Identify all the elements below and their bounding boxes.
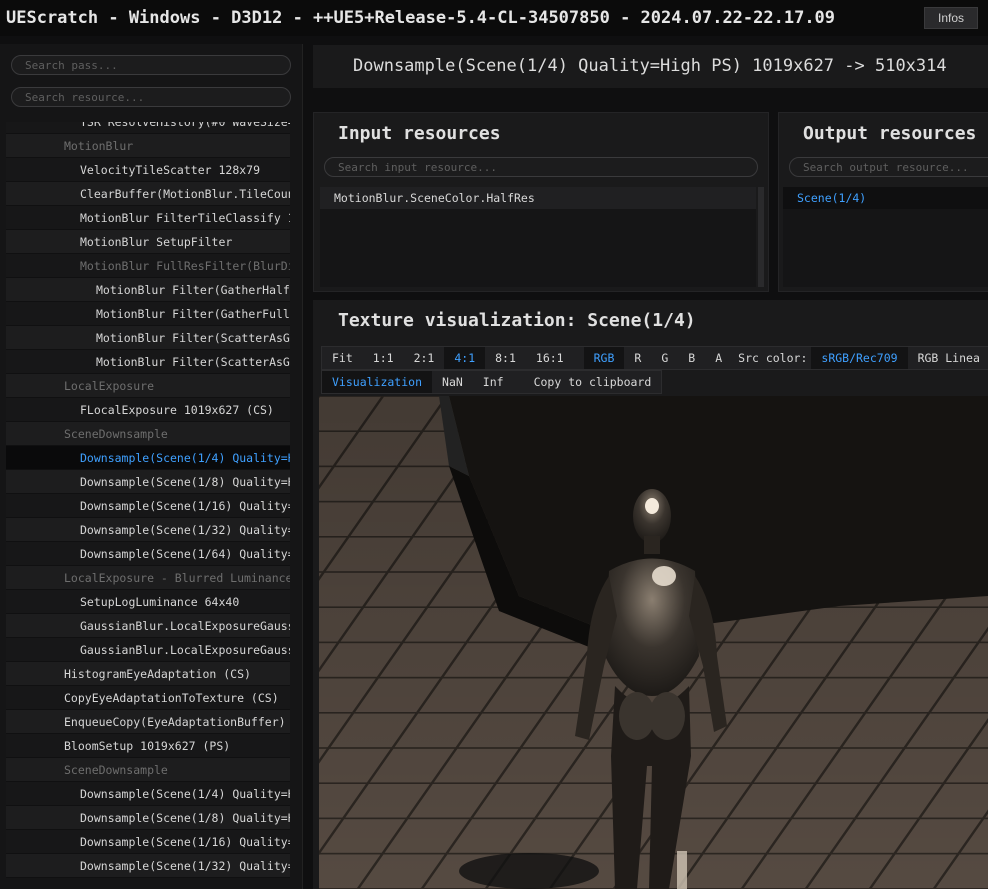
pass-item[interactable]: FLocalExposure 1019x627 (CS) xyxy=(6,398,290,422)
channel-r-button[interactable]: R xyxy=(624,347,651,369)
pass-item[interactable]: Downsample(Scene(1/8) Quality=Hi xyxy=(6,806,290,830)
pass-item[interactable]: MotionBlur FilterTileClassify 12 xyxy=(6,206,290,230)
pass-item[interactable]: Downsample(Scene(1/16) Quality=H xyxy=(6,494,290,518)
channel-rgb-button[interactable]: RGB xyxy=(583,347,625,369)
viz-mode-toolbar: Visualization NaN Inf Copy to clipboard xyxy=(321,370,663,394)
search-input-resource[interactable]: Search input resource... xyxy=(324,157,758,177)
infos-button[interactable]: Infos xyxy=(924,7,978,29)
zoom-16-1-button[interactable]: 16:1 xyxy=(526,347,574,369)
pass-item[interactable]: BloomSetup 1019x627 (PS) xyxy=(6,734,290,758)
pass-item[interactable]: GaussianBlur.LocalExposureGaussi xyxy=(6,614,290,638)
pass-group-item[interactable]: MotionBlur xyxy=(6,134,290,158)
pass-item[interactable]: GaussianBlur.LocalExposureGaussi xyxy=(6,638,290,662)
pass-header-title: Downsample(Scene(1/4) Quality=High PS) 1… xyxy=(353,56,947,76)
toolbar-separator xyxy=(574,347,584,369)
pass-header-panel: Downsample(Scene(1/4) Quality=High PS) 1… xyxy=(313,45,988,88)
pass-item[interactable]: Downsample(Scene(1/64) Quality=H xyxy=(6,542,290,566)
pass-item[interactable]: TSR ResolveHistory(#0 WaveSize=3 xyxy=(6,122,290,134)
zoom-4-1-button[interactable]: 4:1 xyxy=(444,347,486,369)
src-color-linear-button[interactable]: RGB Linea xyxy=(908,347,988,369)
pass-group-item[interactable]: LocalExposure - Blurred Luminance xyxy=(6,566,290,590)
pass-sidebar: Search pass... Search resource... TSR Re… xyxy=(0,44,303,889)
channel-g-button[interactable]: G xyxy=(651,347,678,369)
title-bar: UEScratch - Windows - D3D12 - ++UE5+Rele… xyxy=(0,0,988,36)
pass-item[interactable]: EnqueueCopy(EyeAdaptationBuffer) xyxy=(6,710,290,734)
pass-group-item[interactable]: LocalExposure xyxy=(6,374,290,398)
pass-item[interactable]: MotionBlur Filter(ScatterAsGat xyxy=(6,326,290,350)
pass-item[interactable]: MotionBlur Filter(GatherHalfRe xyxy=(6,278,290,302)
src-color-label: Src color: xyxy=(738,351,808,365)
pass-item[interactable]: MotionBlur SetupFilter xyxy=(6,230,290,254)
pass-list: TSR ResolveHistory(#0 WaveSize=3 MotionBl… xyxy=(6,122,290,889)
pass-item[interactable]: Downsample(Scene(1/32) Quality=H xyxy=(6,518,290,542)
toolbar-separator xyxy=(514,371,524,393)
search-output-resource[interactable]: Search output resource... xyxy=(789,157,988,177)
pass-item[interactable]: Downsample(Scene(1/4) Quality=Hi xyxy=(6,446,290,470)
pass-group-item[interactable]: SceneDownsample xyxy=(6,422,290,446)
input-resource-list: MotionBlur.SceneColor.HalfRes xyxy=(320,187,756,287)
scene-render-image xyxy=(319,396,988,889)
mode-visualization-button[interactable]: Visualization xyxy=(322,371,433,393)
output-resource-list: Scene(1/4) xyxy=(783,187,988,287)
copy-to-clipboard-button[interactable]: Copy to clipboard xyxy=(524,371,662,393)
pass-item[interactable]: MotionBlur Filter(ScatterAsGat xyxy=(6,350,290,374)
mode-nan-button[interactable]: NaN xyxy=(432,371,473,393)
output-resources-panel: Output resources Search output resource.… xyxy=(778,112,988,292)
pass-item[interactable]: SetupLogLuminance 64x40 xyxy=(6,590,290,614)
pass-item[interactable]: ClearBuffer(MotionBlur.TileCount xyxy=(6,182,290,206)
output-resource-item[interactable]: Scene(1/4) xyxy=(783,187,988,209)
channel-b-button[interactable]: B xyxy=(678,347,705,369)
pass-item[interactable]: Downsample(Scene(1/16) Quality=H xyxy=(6,830,290,854)
texture-visualization-title: Texture visualization: Scene(1/4) xyxy=(338,310,696,331)
input-resources-panel: Input resources Search input resource...… xyxy=(313,112,769,292)
pass-item[interactable]: MotionBlur Filter(GatherFullRe xyxy=(6,302,290,326)
search-resource-input[interactable]: Search resource... xyxy=(11,87,291,107)
search-pass-input[interactable]: Search pass... xyxy=(11,55,291,75)
zoom-8-1-button[interactable]: 8:1 xyxy=(485,347,526,369)
pass-item[interactable]: VelocityTileScatter 128x79 xyxy=(6,158,290,182)
pass-group-item[interactable]: MotionBlur FullResFilter(BlurDir xyxy=(6,254,290,278)
input-resource-item[interactable]: MotionBlur.SceneColor.HalfRes xyxy=(320,187,756,209)
pass-item[interactable]: Downsample(Scene(1/32) Quality=H xyxy=(6,854,290,878)
channel-a-button[interactable]: A xyxy=(705,347,732,369)
input-resources-title: Input resources xyxy=(338,123,501,144)
pass-item[interactable]: HistogramEyeAdaptation (CS) xyxy=(6,662,290,686)
mode-inf-button[interactable]: Inf xyxy=(473,371,514,393)
output-resources-title: Output resources xyxy=(803,123,977,144)
zoom-2-1-button[interactable]: 2:1 xyxy=(404,347,445,369)
viz-toolbar: Fit 1:1 2:1 4:1 8:1 16:1 RGB R G B A Src… xyxy=(321,346,988,370)
zoom-fit-button[interactable]: Fit xyxy=(322,347,363,369)
pass-group-item[interactable]: SceneDownsample xyxy=(6,758,290,782)
input-scrollbar[interactable] xyxy=(758,187,764,287)
pass-item[interactable]: CopyEyeAdaptationToTexture (CS) xyxy=(6,686,290,710)
window-title: UEScratch - Windows - D3D12 - ++UE5+Rele… xyxy=(6,8,836,28)
texture-visualization-panel: Texture visualization: Scene(1/4) Fit 1:… xyxy=(313,300,988,889)
zoom-1-1-button[interactable]: 1:1 xyxy=(363,347,404,369)
src-color-srgb-button[interactable]: sRGB/Rec709 xyxy=(811,347,908,369)
pass-item[interactable]: Downsample(Scene(1/8) Quality=Hi xyxy=(6,470,290,494)
texture-viewport[interactable] xyxy=(319,396,988,889)
pass-item[interactable]: Downsample(Scene(1/4) Quality=Hi xyxy=(6,782,290,806)
